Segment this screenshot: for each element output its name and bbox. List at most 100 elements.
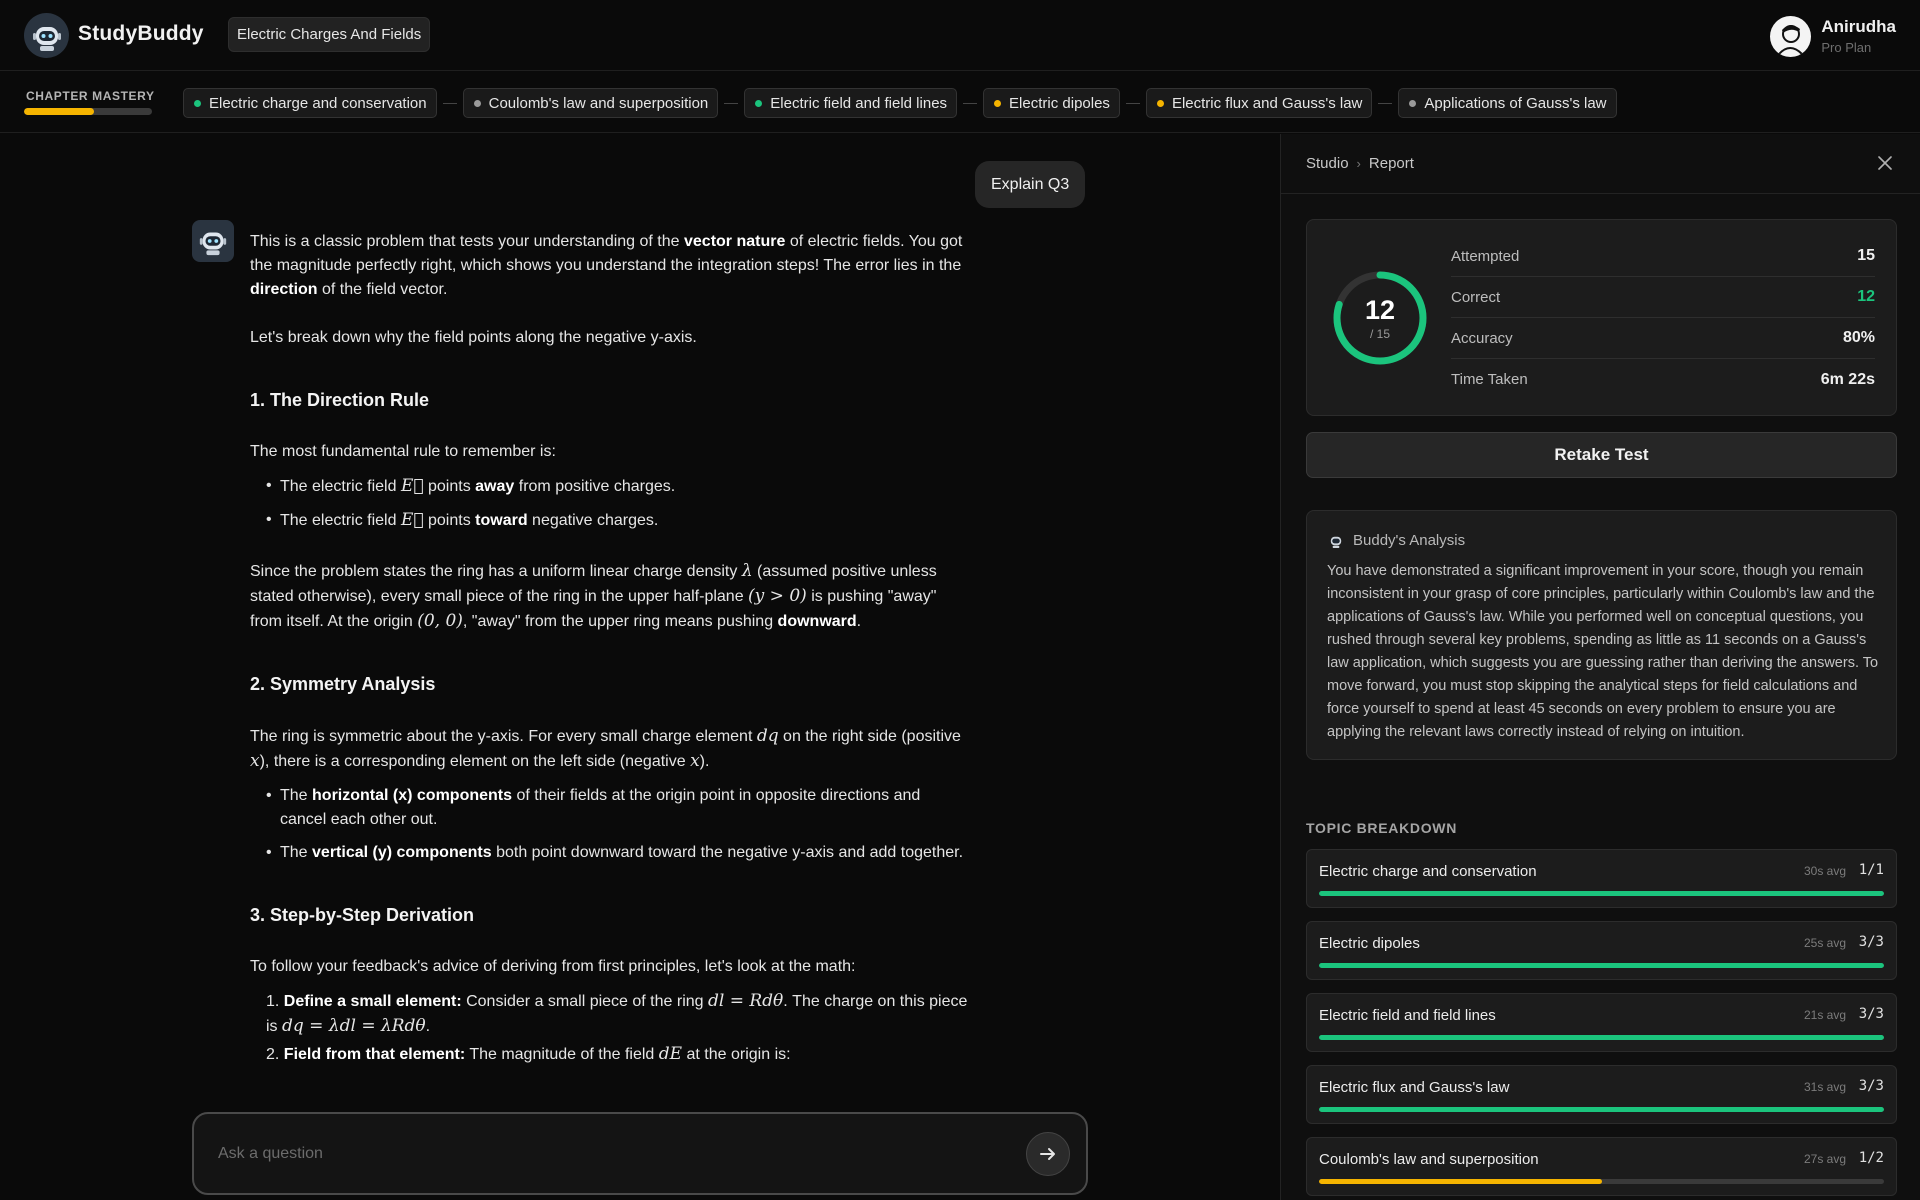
topic-avg-time: 30s avg xyxy=(1803,864,1846,878)
list-item: The electric field E⃗ points toward nega… xyxy=(266,508,970,533)
stat-label: Time Taken xyxy=(1451,371,1528,388)
section-heading-symmetry: 2. Symmetry Analysis xyxy=(250,674,436,694)
topic-avg-time: 21s avg xyxy=(1803,1008,1846,1022)
score-total: / 15 xyxy=(1369,326,1390,341)
topic-score: 1/1 xyxy=(1858,862,1884,878)
topic-name: Electric dipoles xyxy=(1319,935,1420,952)
topic-breakdown-list: Electric charge and conservation 30s avg 1… xyxy=(1306,849,1897,1200)
stat-row: Correct 12 xyxy=(1451,277,1875,318)
breadcrumb: Studio › Report xyxy=(1306,155,1414,172)
list-item: The vertical (y) components both point d… xyxy=(266,841,970,865)
arrow-right-icon xyxy=(1040,1148,1055,1160)
symmetry-explanation: The ring is symmetric about the y-axis. … xyxy=(250,726,961,771)
topic-chip[interactable]: Electric field and field lines xyxy=(744,88,958,118)
app-name: StudyBuddy xyxy=(78,22,204,45)
symmetry-list: The horizontal (x) components of their f… xyxy=(266,784,970,865)
topic-chip[interactable]: Electric charge and conservation xyxy=(183,88,437,118)
stat-row: Time Taken 6m 22s xyxy=(1451,359,1875,400)
list-item: 2. Field from that element: The magnitud… xyxy=(266,1044,791,1064)
topic-progress xyxy=(1319,1179,1884,1184)
topic-avg-time: 27s avg xyxy=(1803,1152,1846,1166)
retake-test-button[interactable]: Retake Test xyxy=(1306,432,1897,478)
buddy-answer: This is a classic problem that tests you… xyxy=(250,230,970,1070)
close-icon xyxy=(1878,156,1892,170)
topic-progress-fill xyxy=(1319,1107,1884,1112)
topic-chip-label: Electric field and field lines xyxy=(770,94,948,112)
stat-label: Accuracy xyxy=(1451,329,1513,347)
topic-name: Coulomb's law and superposition xyxy=(1319,1151,1539,1168)
topic-name: Electric field and field lines xyxy=(1319,1007,1496,1024)
score-correct: 12 xyxy=(1364,294,1396,325)
status-dot-icon xyxy=(994,99,1002,107)
mastery-progress-fill xyxy=(24,108,95,115)
status-dot-icon xyxy=(755,99,763,107)
topic-chip[interactable]: Coulomb's law and superposition xyxy=(462,88,719,118)
topic-progress-fill xyxy=(1319,1035,1884,1040)
stat-row: Accuracy 80% xyxy=(1451,318,1875,359)
topic-score: 1/2 xyxy=(1858,1150,1884,1166)
chevron-right-icon: › xyxy=(1356,156,1361,171)
topic-chip[interactable]: Electric dipoles xyxy=(983,88,1120,118)
list-item: The electric field E⃗ points away from p… xyxy=(266,474,970,499)
buddy-analysis-card: Buddy's Analysis You have demonstrated a… xyxy=(1306,510,1897,760)
score-card: 12 / 15 Attempted 15 Correct 12 Accuracy 80% T… xyxy=(1306,219,1897,416)
top-header: StudyBuddy Electric Charges And Fields A… xyxy=(0,0,1920,71)
status-dot-icon xyxy=(1156,99,1164,107)
topic-score: 3/3 xyxy=(1858,1078,1884,1094)
topic-progress xyxy=(1319,1035,1884,1040)
mastery-label: CHAPTER MASTERY xyxy=(26,89,155,103)
topic-progress-fill xyxy=(1319,891,1884,896)
topic-chips: Electric charge and conservation Coulomb'… xyxy=(183,88,1617,118)
topic-chip[interactable]: Electric flux and Gauss's law xyxy=(1145,88,1373,118)
topic-separator xyxy=(963,102,978,104)
topic-breakdown-item[interactable]: Coulomb's law and superposition 27s avg 1/… xyxy=(1306,1137,1897,1196)
stat-value: 15 xyxy=(1857,247,1875,264)
ring-explanation: Since the problem states the ring has a … xyxy=(250,561,937,631)
stat-value: 12 xyxy=(1857,288,1875,305)
buddy-avatar-icon xyxy=(192,220,234,262)
topic-avg-time: 31s avg xyxy=(1803,1080,1846,1094)
topic-score: 3/3 xyxy=(1858,1006,1884,1022)
question-input[interactable] xyxy=(218,1139,978,1169)
topic-progress-fill xyxy=(1319,963,1884,968)
user-menu[interactable]: Anirudha Pro Plan xyxy=(1770,14,1896,58)
close-button[interactable] xyxy=(1875,153,1895,173)
topic-chip-label: Electric charge and conservation xyxy=(209,94,427,112)
analysis-text: You have demonstrated a significant impr… xyxy=(1327,563,1879,740)
topic-chip-label: Electric flux and Gauss's law xyxy=(1171,94,1363,112)
topic-chip[interactable]: Applications of Gauss's law xyxy=(1398,88,1617,118)
chapter-mastery-bar: CHAPTER MASTERY Electric charge and cons… xyxy=(0,71,1920,133)
topic-chip-label: Electric dipoles xyxy=(1009,94,1110,112)
breadcrumb-studio[interactable]: Studio xyxy=(1306,155,1349,172)
panel-header: Studio › Report xyxy=(1281,134,1920,194)
topic-breakdown-item[interactable]: Electric dipoles 25s avg 3/3 xyxy=(1306,921,1897,980)
topic-chip-label: Applications of Gauss's law xyxy=(1424,94,1607,112)
breadcrumb-report: Report xyxy=(1368,155,1414,172)
list-item: 1. Define a small element: Consider a sm… xyxy=(266,991,968,1036)
user-info: Anirudha Pro Plan xyxy=(1821,17,1896,55)
topic-breakdown-item[interactable]: Electric field and field lines 21s avg 3/3 xyxy=(1306,993,1897,1052)
chapter-chip[interactable]: Electric Charges And Fields xyxy=(228,17,431,52)
send-button[interactable] xyxy=(1026,1132,1070,1176)
chat-area: Explain Q3 This is a classic problem tha… xyxy=(0,134,1280,1200)
question-composer xyxy=(192,1112,1088,1195)
stat-row: Attempted 15 xyxy=(1451,236,1875,277)
user-plan: Pro Plan xyxy=(1821,40,1872,55)
rule-intro: The most fundamental rule to remember is… xyxy=(250,443,556,460)
topic-progress-fill xyxy=(1319,1179,1602,1184)
topic-chip-label: Coulomb's law and superposition xyxy=(488,94,709,112)
robot-logo-icon[interactable] xyxy=(24,13,69,58)
robot-icon xyxy=(1330,536,1342,548)
user-message: Explain Q3 xyxy=(975,161,1086,208)
derivation-steps: 1. Define a small element: Consider a sm… xyxy=(266,989,970,1067)
avatar[interactable] xyxy=(1770,15,1812,57)
topic-name: Electric flux and Gauss's law xyxy=(1319,1079,1510,1096)
topic-separator xyxy=(1125,102,1140,104)
answer-intro: This is a classic problem that tests you… xyxy=(250,233,963,298)
derivation-intro: To follow your feedback's advice of deri… xyxy=(250,958,856,975)
topic-breakdown-item[interactable]: Electric flux and Gauss's law 31s avg 3/3 xyxy=(1306,1065,1897,1124)
stat-value: 6m 22s xyxy=(1820,370,1875,388)
topic-breakdown-title: TOPIC BREAKDOWN xyxy=(1306,820,1458,836)
topic-breakdown-item[interactable]: Electric charge and conservation 30s avg 1… xyxy=(1306,849,1897,908)
answer-breakdown-line: Let's break down why the field points al… xyxy=(250,329,697,346)
